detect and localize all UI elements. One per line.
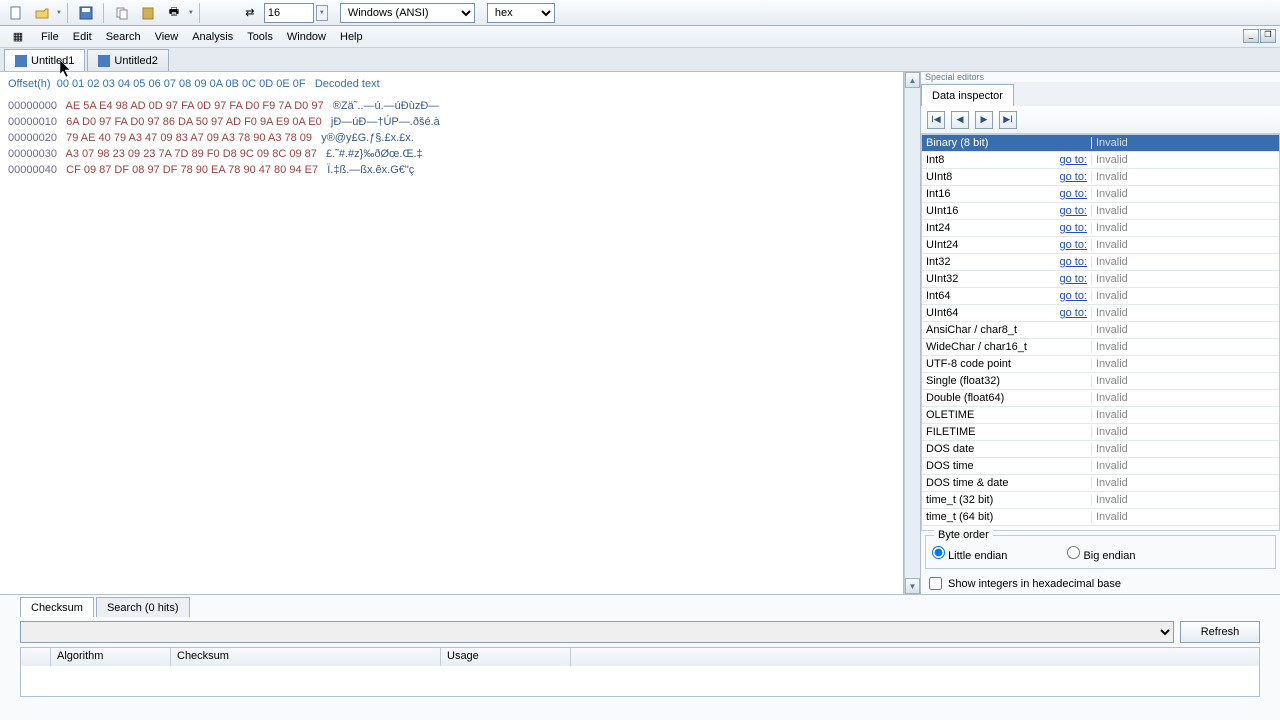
radio-big-endian[interactable]: Big endian [1067,546,1135,562]
type-row[interactable]: Int32go to:Invalid [922,254,1279,271]
paste-icon[interactable] [136,2,160,24]
type-row[interactable]: DOS time & dateInvalid [922,475,1279,492]
checkbox-show-hex[interactable] [929,577,942,590]
scroll-up-icon[interactable]: ▲ [905,72,920,88]
main-toolbar: ▼ 🖶 ▼ ⇄ ▼ Windows (ANSI) hex [0,0,1280,26]
goto-link[interactable]: go to: [1059,239,1087,251]
hex-editor[interactable]: Offset(h) 00 01 02 03 04 05 06 07 08 09 … [0,72,904,594]
goto-link[interactable]: go to: [1059,171,1087,183]
menubar: ▦ File Edit Search View Analysis Tools W… [0,26,1280,48]
new-icon[interactable] [4,2,28,24]
type-row[interactable]: Int64go to:Invalid [922,288,1279,305]
nav-first-icon[interactable]: I◀ [927,111,945,129]
type-row[interactable]: OLETIMEInvalid [922,407,1279,424]
goto-link[interactable]: go to: [1059,307,1087,319]
bottom-panel: Checksum Search (0 hits) Refresh Algorit… [0,594,1280,720]
menu-analysis[interactable]: Analysis [185,29,240,45]
type-row[interactable]: UInt32go to:Invalid [922,271,1279,288]
checksum-algorithm-select[interactable] [20,621,1174,643]
type-row[interactable]: UInt8go to:Invalid [922,169,1279,186]
menu-file[interactable]: File [34,29,66,45]
goto-link[interactable]: go to: [1059,290,1087,302]
type-row[interactable]: Binary (8 bit)Invalid [922,135,1279,152]
menu-view[interactable]: View [148,29,186,45]
type-row[interactable]: Single (float32)Invalid [922,373,1279,390]
type-row[interactable]: time_t (32 bit)Invalid [922,492,1279,509]
byte-order-group: Byte order Little endian Big endian [925,535,1276,569]
goto-link[interactable]: go to: [1059,273,1087,285]
show-hex-label: Show integers in hexadecimal base [948,578,1121,590]
col-blank[interactable] [21,648,51,666]
type-row[interactable]: DOS dateInvalid [922,441,1279,458]
nav-last-icon[interactable]: ▶I [999,111,1017,129]
print-icon[interactable]: 🖶 [162,2,186,24]
menu-help[interactable]: Help [333,29,370,45]
tab-data-inspector[interactable]: Data inspector [921,84,1014,106]
nav-prev-icon[interactable]: ◀ [951,111,969,129]
goto-link[interactable]: go to: [1059,256,1087,268]
goto-link[interactable]: go to: [1059,188,1087,200]
tab-search[interactable]: Search (0 hits) [96,597,190,617]
open-icon[interactable] [30,2,54,24]
goto-link[interactable]: go to: [1059,154,1087,166]
minimize-icon[interactable]: _ [1243,29,1259,43]
col-algorithm[interactable]: Algorithm [51,648,171,666]
hex-scrollbar[interactable]: ▲ ▼ [904,72,920,594]
type-row[interactable]: UInt64go to:Invalid [922,305,1279,322]
type-row[interactable]: time_t (64 bit)Invalid [922,509,1279,526]
nav-next-icon[interactable]: ▶ [975,111,993,129]
type-row[interactable]: UInt16go to:Invalid [922,203,1279,220]
copy-icon[interactable] [110,2,134,24]
type-row[interactable]: DOS timeInvalid [922,458,1279,475]
encoding-select[interactable]: Windows (ANSI) [340,3,475,23]
restore-icon[interactable]: ❐ [1260,29,1276,43]
type-row[interactable]: Int24go to:Invalid [922,220,1279,237]
inspector-panel: Special editors Data inspector I◀ ◀ ▶ ▶I… [920,72,1280,594]
byte-order-label: Byte order [934,529,993,541]
checksum-table: Algorithm Checksum Usage [20,647,1260,697]
goto-link[interactable]: go to: [1059,222,1087,234]
type-row[interactable]: Double (float64)Invalid [922,390,1279,407]
menu-edit[interactable]: Edit [66,29,99,45]
type-row[interactable]: AnsiChar / char8_tInvalid [922,322,1279,339]
tab-untitled1[interactable]: Untitled1 [4,49,85,71]
mode-select[interactable]: hex [487,3,555,23]
type-row[interactable]: Int8go to:Invalid [922,152,1279,169]
goto-link[interactable]: go to: [1059,205,1087,217]
goto-icon[interactable]: ⇄ [238,2,262,24]
refresh-button[interactable]: Refresh [1180,621,1260,643]
col-checksum[interactable]: Checksum [171,648,441,666]
document-tabs: Untitled1 Untitled2 [0,48,1280,72]
special-editors-label: Special editors [921,72,1280,82]
menu-search[interactable]: Search [99,29,148,45]
scroll-down-icon[interactable]: ▼ [905,578,920,594]
lines-input[interactable] [264,3,314,23]
col-usage[interactable]: Usage [441,648,571,666]
type-row[interactable]: WideChar / char16_tInvalid [922,339,1279,356]
type-row[interactable]: Int16go to:Invalid [922,186,1279,203]
type-row[interactable]: UTF-8 code pointInvalid [922,356,1279,373]
type-row[interactable]: UInt24go to:Invalid [922,237,1279,254]
tab-untitled2[interactable]: Untitled2 [87,49,168,71]
radio-little-endian[interactable]: Little endian [932,546,1007,562]
menu-window[interactable]: Window [280,29,333,45]
type-row[interactable]: FILETIMEInvalid [922,424,1279,441]
save-icon[interactable] [74,2,98,24]
app-icon[interactable]: ▦ [6,26,30,48]
menu-tools[interactable]: Tools [240,29,280,45]
tab-checksum[interactable]: Checksum [20,597,94,617]
